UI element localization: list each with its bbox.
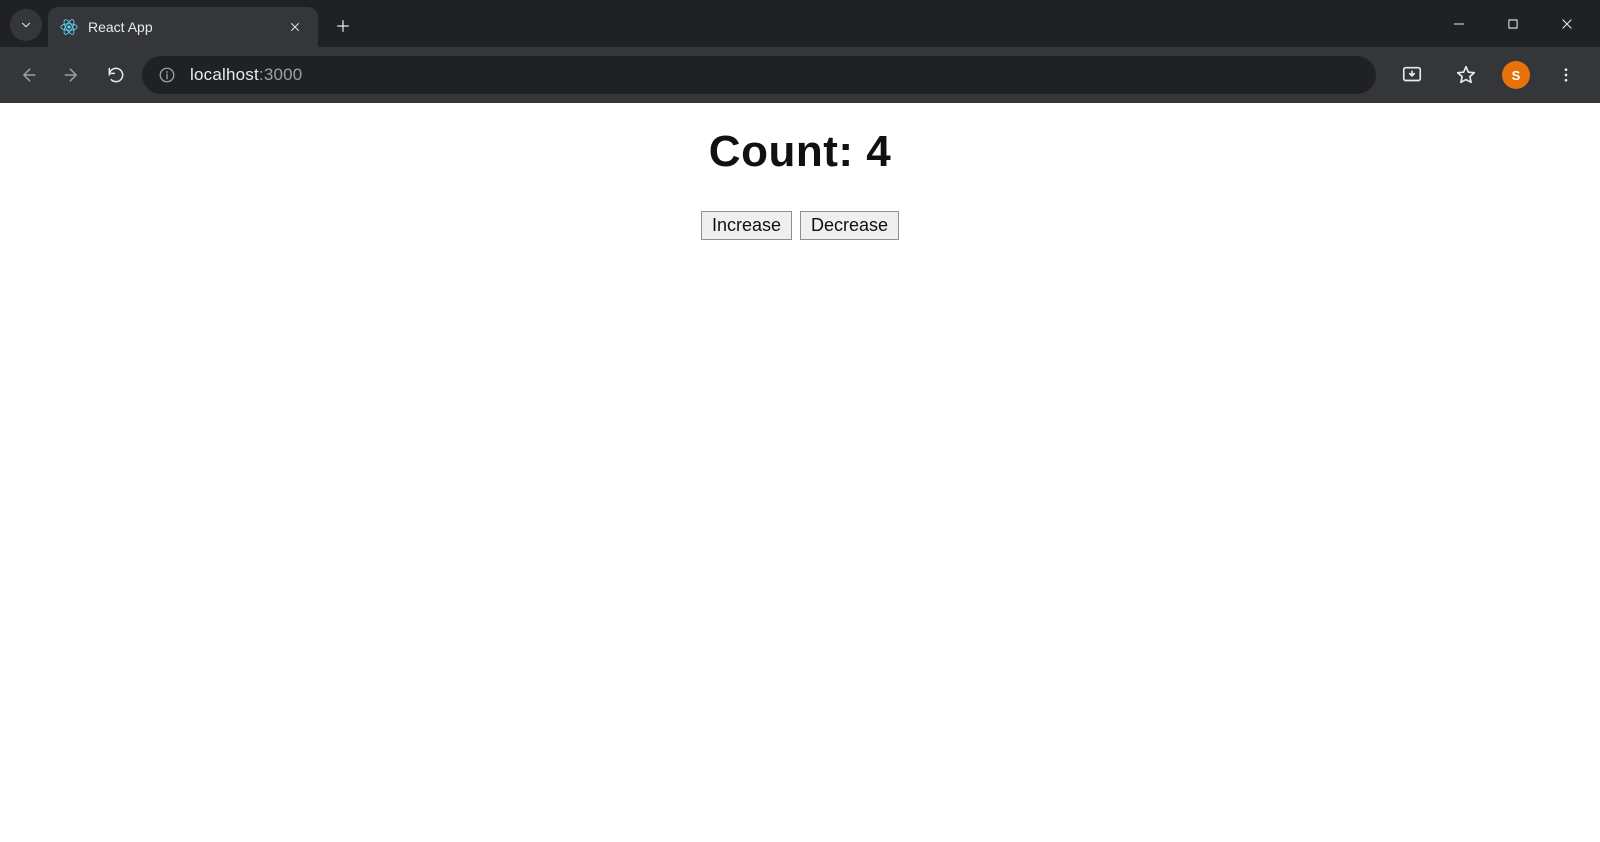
bookmark-button[interactable] (1448, 57, 1484, 93)
chevron-down-icon (19, 18, 33, 32)
site-info-button[interactable] (156, 64, 178, 86)
page-content: Count: 4 Increase Decrease (0, 103, 1600, 240)
address-bar[interactable]: localhost:3000 (142, 56, 1376, 94)
url-host: localhost (190, 65, 259, 84)
url-rest: :3000 (259, 65, 303, 84)
window-minimize-button[interactable] (1446, 11, 1472, 37)
browser-tab[interactable]: React App (48, 7, 318, 47)
button-row: Increase Decrease (0, 211, 1600, 240)
maximize-icon (1506, 17, 1520, 31)
window-maximize-button[interactable] (1500, 11, 1526, 37)
kebab-icon (1557, 66, 1575, 84)
minimize-icon (1452, 17, 1466, 31)
new-tab-button[interactable] (328, 11, 358, 41)
close-icon (1560, 17, 1574, 31)
back-button[interactable] (10, 57, 46, 93)
tab-title: React App (88, 19, 276, 35)
profile-avatar[interactable]: S (1502, 61, 1530, 89)
browser-menu-button[interactable] (1548, 57, 1584, 93)
toolbar-right: S (1394, 57, 1584, 93)
tab-strip: React App (0, 0, 1600, 47)
tab-search-button[interactable] (10, 9, 42, 41)
arrow-right-icon (62, 65, 82, 85)
star-icon (1455, 64, 1477, 86)
info-icon (158, 66, 176, 84)
plus-icon (335, 18, 351, 34)
browser-toolbar: localhost:3000 S (0, 47, 1600, 103)
react-icon (60, 18, 78, 36)
forward-button[interactable] (54, 57, 90, 93)
arrow-left-icon (18, 65, 38, 85)
count-heading: Count: 4 (0, 127, 1600, 177)
reload-button[interactable] (98, 57, 134, 93)
increase-button[interactable]: Increase (701, 211, 792, 240)
browser-chrome: React App (0, 0, 1600, 103)
install-app-button[interactable] (1394, 57, 1430, 93)
decrease-button[interactable]: Decrease (800, 211, 899, 240)
reload-icon (106, 65, 126, 85)
window-controls (1446, 0, 1594, 47)
close-icon (289, 21, 301, 33)
tab-close-button[interactable] (286, 18, 304, 36)
install-icon (1401, 64, 1423, 86)
page-viewport: Count: 4 Increase Decrease (0, 103, 1600, 842)
avatar-letter: S (1512, 68, 1521, 83)
window-close-button[interactable] (1554, 11, 1580, 37)
url-text: localhost:3000 (190, 65, 302, 85)
